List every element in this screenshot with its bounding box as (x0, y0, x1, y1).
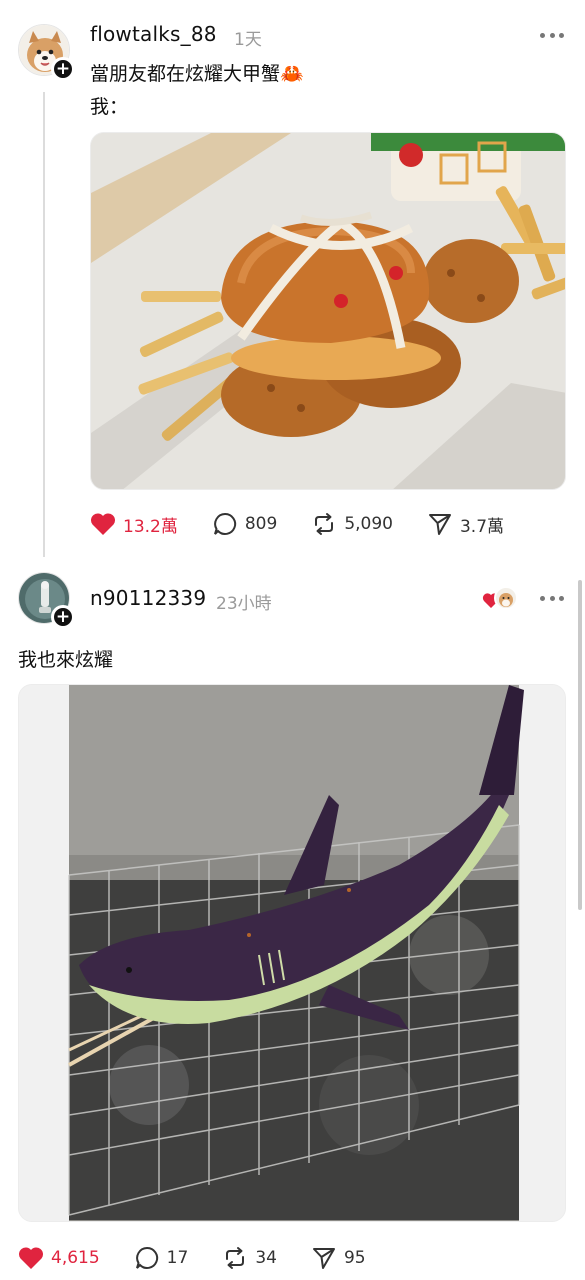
post-timestamp: 1天 (234, 30, 262, 50)
follow-plus-icon[interactable]: + (51, 57, 75, 81)
heart-filled-icon (18, 1247, 44, 1269)
send-icon (428, 514, 451, 535)
threads-feed: + flowtalks_88 1天 當朋友都在炫耀大甲蟹🦀 我： 13.2萬 8… (0, 0, 585, 1280)
comment-icon (213, 512, 236, 535)
post-username[interactable]: n90112339 (90, 586, 206, 610)
repost-icon (226, 1247, 245, 1269)
repost-count: 34 (255, 1248, 277, 1268)
send-icon (312, 1248, 335, 1269)
heart-filled-icon (90, 513, 116, 535)
like-count: 4,615 (51, 1248, 100, 1268)
post-text: 我也來炫耀 (18, 649, 114, 671)
comment-button[interactable]: 17 (134, 1245, 189, 1271)
comment-button[interactable]: 809 (212, 511, 277, 537)
liked-by-author-badge (482, 586, 518, 612)
share-button[interactable]: 3.7萬 (427, 511, 504, 537)
like-button[interactable]: 13.2萬 (90, 512, 178, 537)
repost-button[interactable]: 5,090 (311, 511, 393, 537)
share-button[interactable]: 95 (311, 1245, 366, 1271)
scrollbar[interactable] (578, 580, 582, 910)
heart-with-avatar-icon (482, 586, 518, 610)
thread-connector-line (43, 92, 45, 557)
post-timestamp: 23小時 (216, 594, 272, 614)
post-username[interactable]: flowtalks_88 (90, 22, 217, 46)
repost-icon (315, 513, 334, 535)
post-actions: 4,615 17 34 95 (18, 1245, 400, 1271)
post-text-line-2: 我： (90, 96, 129, 118)
comment-icon (135, 1246, 158, 1269)
share-count: 95 (343, 1248, 366, 1268)
comment-count: 809 (244, 514, 278, 534)
post-actions: 13.2萬 809 5,090 3.7萬 (90, 511, 538, 537)
comment-count: 17 (166, 1248, 189, 1268)
post-image[interactable] (90, 132, 566, 490)
like-button[interactable]: 4,615 (18, 1246, 100, 1270)
post-image[interactable] (18, 684, 566, 1222)
repost-count: 5,090 (344, 514, 393, 534)
like-count: 13.2萬 (123, 516, 178, 537)
repost-button[interactable]: 34 (222, 1245, 277, 1271)
more-options-icon[interactable] (540, 31, 564, 39)
follow-plus-icon[interactable]: + (51, 605, 75, 629)
share-count: 3.7萬 (459, 516, 505, 537)
more-options-icon[interactable] (540, 594, 564, 602)
crab-burger-photo-icon (91, 133, 565, 489)
post-text-line-1: 當朋友都在炫耀大甲蟹🦀 (90, 63, 304, 85)
grilled-eggplant-shark-photo-icon (19, 685, 565, 1221)
